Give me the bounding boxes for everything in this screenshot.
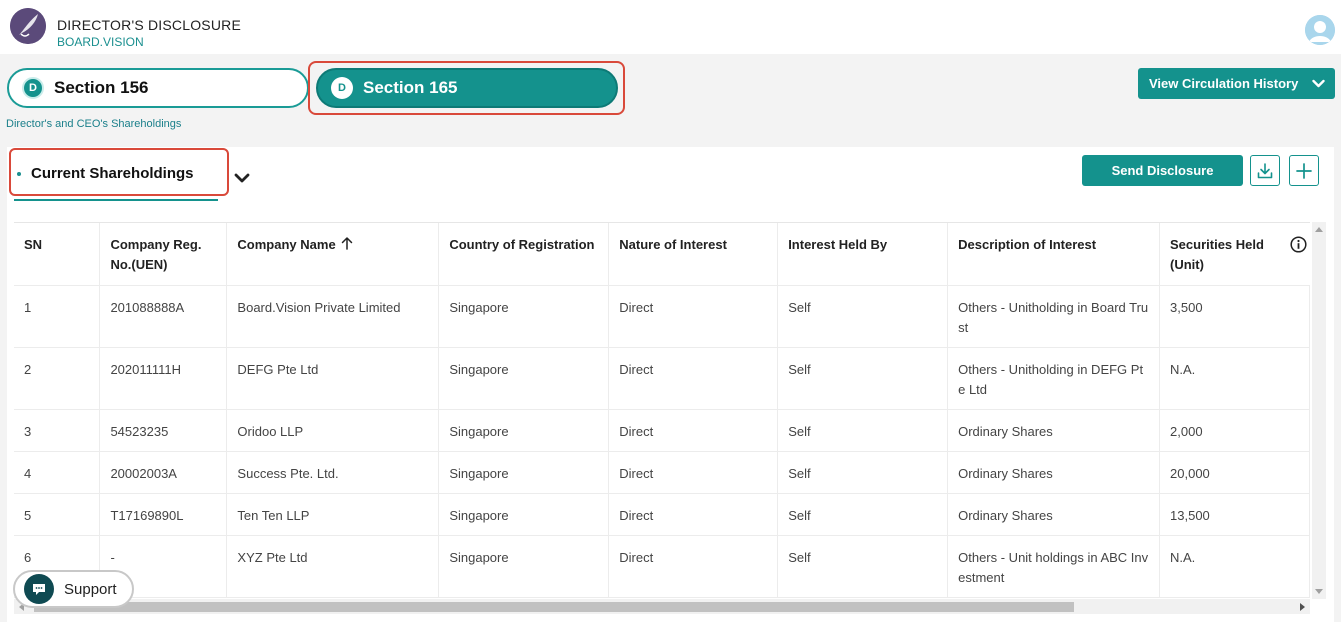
column-header-held-by[interactable]: Interest Held By — [777, 223, 949, 286]
table-row[interactable]: 2 202011111H DEFG Pte Ltd Singapore Dire… — [14, 347, 1310, 410]
support-button[interactable]: Support — [13, 570, 134, 608]
cell-securities: N.A. — [1159, 347, 1310, 410]
cell-sn: 2 — [14, 347, 101, 410]
table-row[interactable]: 6 - XYZ Pte Ltd Singapore Direct Self Ot… — [14, 535, 1310, 598]
table-row[interactable]: 5 T17169890L Ten Ten LLP Singapore Direc… — [14, 493, 1310, 536]
view-history-label: View Circulation History — [1149, 76, 1299, 91]
cell-nature: Direct — [608, 451, 779, 494]
app-title: DIRECTOR'S DISCLOSURE — [57, 17, 241, 33]
cell-securities: 13,500 — [1159, 493, 1310, 536]
cell-sn: 5 — [14, 493, 101, 536]
plus-icon — [1296, 162, 1312, 179]
cell-description: Others - Unitholding in Board Trust — [947, 285, 1161, 348]
shareholdings-table-container[interactable]: SN Company Reg. No.(UEN) Company Name Co… — [14, 222, 1310, 599]
cell-securities: N.A. — [1159, 535, 1310, 598]
cell-reg-no: 54523235 — [99, 409, 228, 452]
shareholdings-table: SN Company Reg. No.(UEN) Company Name Co… — [14, 223, 1310, 598]
column-header-company-name[interactable]: Company Name — [226, 223, 440, 286]
cell-reg-no: T17169890L — [99, 493, 228, 536]
d-badge-icon: D — [22, 77, 44, 99]
cell-company-name: Board.Vision Private Limited — [226, 285, 440, 348]
download-button[interactable] — [1250, 155, 1280, 186]
column-header-country[interactable]: Country of Registration — [438, 223, 610, 286]
cell-country: Singapore — [438, 347, 610, 410]
tab-label: Section 165 — [363, 78, 458, 97]
cell-reg-no: 20002003A — [99, 451, 228, 494]
info-icon[interactable] — [1290, 236, 1307, 253]
cell-sn: 3 — [14, 409, 101, 452]
scroll-down-arrow-icon[interactable] — [1315, 589, 1323, 594]
table-row[interactable]: 4 20002003A Success Pte. Ltd. Singapore … — [14, 451, 1310, 494]
horizontal-scroll-thumb[interactable] — [34, 602, 1074, 612]
cell-nature: Direct — [608, 535, 779, 598]
table-header-row: SN Company Reg. No.(UEN) Company Name Co… — [14, 223, 1310, 286]
cell-country: Singapore — [438, 535, 610, 598]
cell-country: Singapore — [438, 451, 610, 494]
view-circulation-history-button[interactable]: View Circulation History — [1138, 68, 1335, 99]
column-header-company-reg-no[interactable]: Company Reg. No.(UEN) — [99, 223, 228, 286]
cell-reg-no: 202011111H — [99, 347, 228, 410]
send-disclosure-button[interactable]: Send Disclosure — [1082, 155, 1243, 186]
cell-description: Ordinary Shares — [947, 451, 1161, 494]
cell-held-by: Self — [777, 535, 949, 598]
column-header-description[interactable]: Description of Interest — [947, 223, 1161, 286]
bullet-dot — [17, 171, 21, 176]
scroll-up-arrow-icon[interactable] — [1315, 227, 1323, 232]
tab-section-156[interactable]: D Section 156 — [7, 68, 309, 108]
user-avatar-icon[interactable] — [1305, 15, 1335, 45]
sort-ascending-icon[interactable] — [341, 236, 353, 250]
table-row[interactable]: 1 201088888A Board.Vision Private Limite… — [14, 285, 1310, 348]
chat-bubble-icon — [24, 574, 54, 604]
tab-caption: Director's and CEO's Shareholdings — [6, 118, 182, 130]
cell-country: Singapore — [438, 409, 610, 452]
section-title-underline — [14, 199, 218, 201]
cell-company-name: Oridoo LLP — [226, 409, 440, 452]
cell-held-by: Self — [777, 409, 949, 452]
cell-reg-no: 201088888A — [99, 285, 228, 348]
section-title-label: Current Shareholdings — [31, 165, 194, 182]
cell-securities: 2,000 — [1159, 409, 1310, 452]
chevron-down-icon[interactable] — [234, 171, 250, 185]
column-header-nature[interactable]: Nature of Interest — [608, 223, 779, 286]
add-button[interactable] — [1289, 155, 1319, 186]
cell-nature: Direct — [608, 347, 779, 410]
cell-company-name: Ten Ten LLP — [226, 493, 440, 536]
cell-company-name: Success Pte. Ltd. — [226, 451, 440, 494]
cell-description: Others - Unitholding in DEFG Pte Ltd — [947, 347, 1161, 410]
cell-nature: Direct — [608, 285, 779, 348]
cell-country: Singapore — [438, 285, 610, 348]
cell-description: Ordinary Shares — [947, 493, 1161, 536]
cell-company-name: DEFG Pte Ltd — [226, 347, 440, 410]
cell-held-by: Self — [777, 493, 949, 536]
support-label: Support — [64, 580, 117, 598]
app-header: DIRECTOR'S DISCLOSURE BOARD.VISION — [0, 0, 1341, 54]
cell-securities: 3,500 — [1159, 285, 1310, 348]
tab-label: Section 156 — [54, 78, 149, 97]
horizontal-scrollbar[interactable] — [14, 599, 1310, 614]
vertical-scrollbar[interactable] — [1312, 222, 1326, 599]
cell-nature: Direct — [608, 409, 779, 452]
cell-country: Singapore — [438, 493, 610, 536]
cell-nature: Direct — [608, 493, 779, 536]
cell-description: Others - Unit holdings in ABC Investment — [947, 535, 1161, 598]
download-icon — [1257, 162, 1273, 178]
cell-held-by: Self — [777, 347, 949, 410]
cell-securities: 20,000 — [1159, 451, 1310, 494]
table-row[interactable]: 3 54523235 Oridoo LLP Singapore Direct S… — [14, 409, 1310, 452]
cell-company-name: XYZ Pte Ltd — [226, 535, 440, 598]
cell-sn: 1 — [14, 285, 101, 348]
cell-held-by: Self — [777, 285, 949, 348]
d-badge-icon: D — [331, 77, 353, 99]
tab-section-165[interactable]: D Section 165 — [316, 68, 618, 108]
app-subtitle: BOARD.VISION — [57, 35, 144, 49]
feather-logo-icon[interactable] — [10, 8, 46, 44]
cell-sn: 4 — [14, 451, 101, 494]
cell-description: Ordinary Shares — [947, 409, 1161, 452]
cell-held-by: Self — [777, 451, 949, 494]
chevron-down-icon — [1312, 79, 1325, 88]
scroll-right-arrow-icon[interactable] — [1300, 603, 1305, 611]
section-title: Current Shareholdings — [17, 165, 194, 182]
column-header-sn[interactable]: SN — [14, 223, 101, 286]
column-header-securities[interactable]: Securities Held (Unit) — [1159, 223, 1310, 286]
